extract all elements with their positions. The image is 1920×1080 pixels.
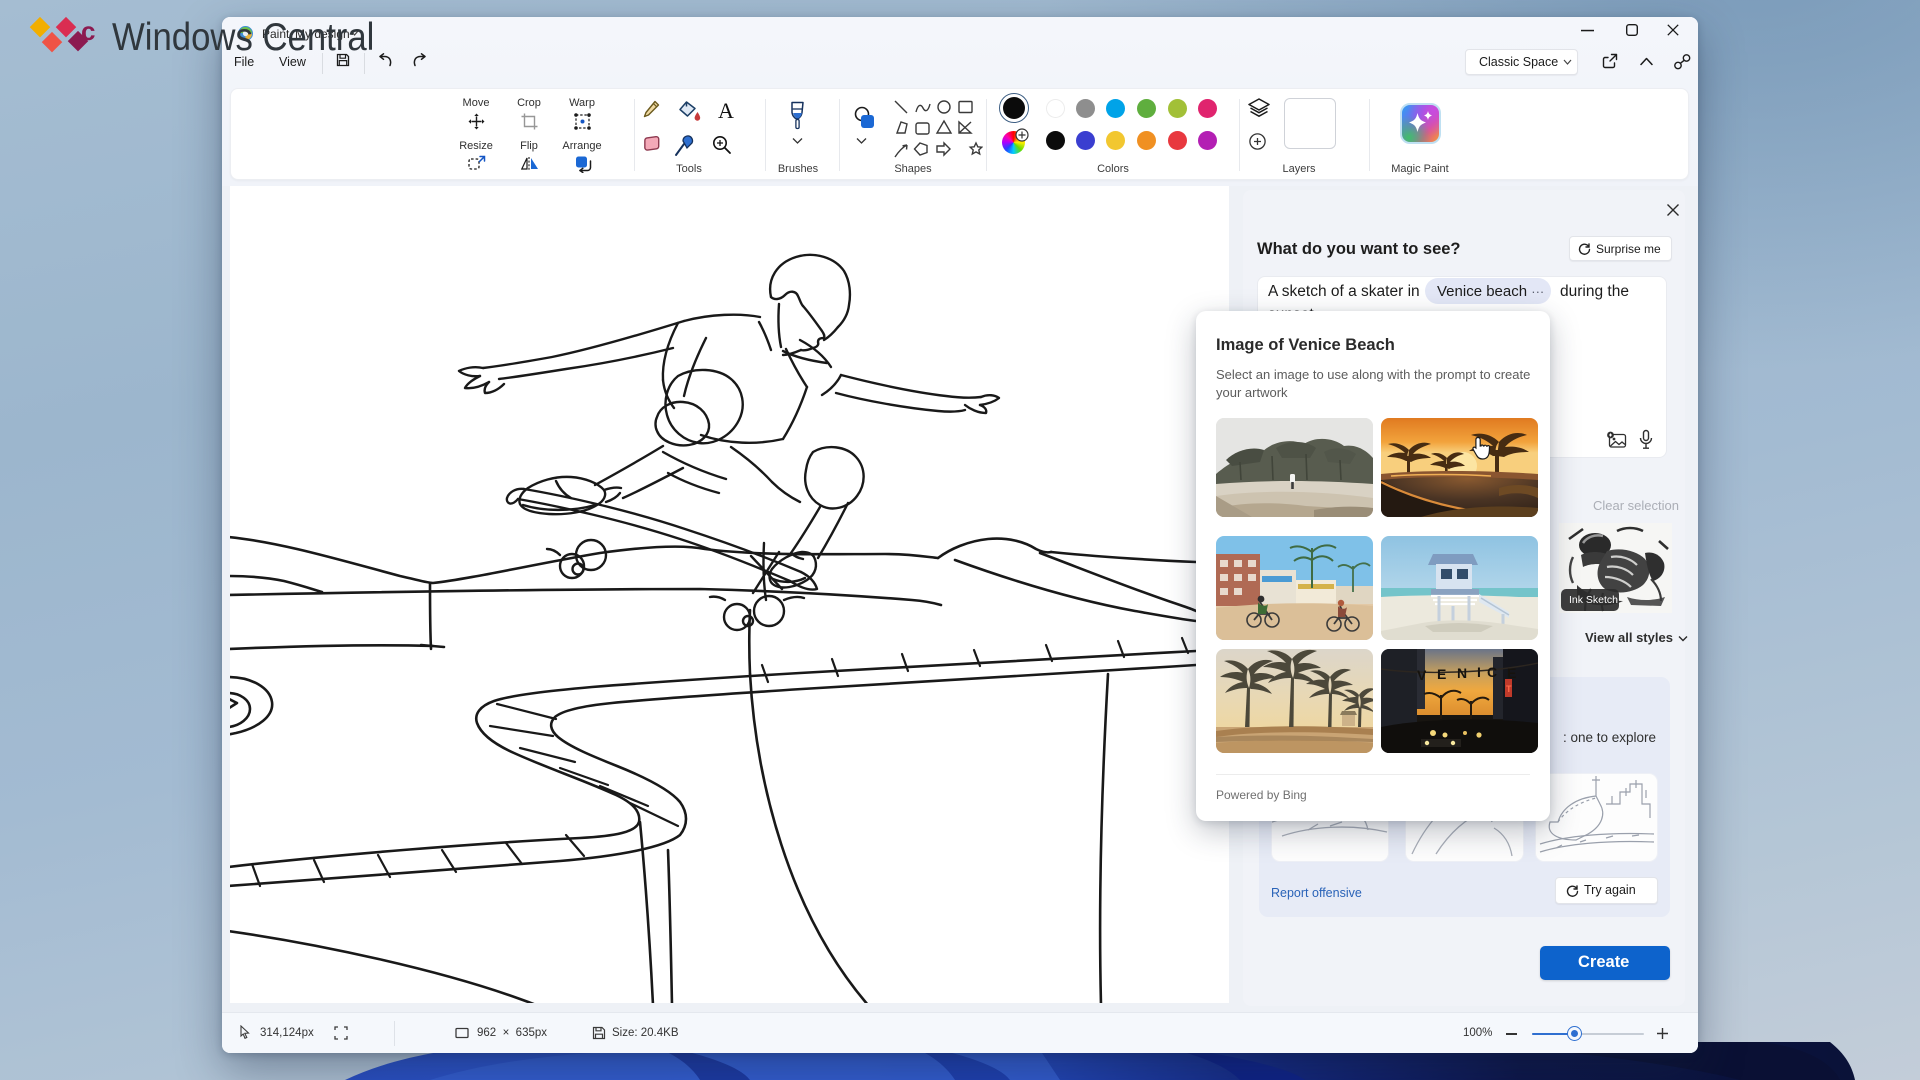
svg-text:I: I (1477, 664, 1481, 680)
svg-text:E: E (1437, 666, 1446, 682)
svg-text:c: c (81, 16, 95, 46)
svg-text:T: T (1506, 684, 1512, 694)
svg-text:V: V (1417, 667, 1427, 683)
svg-text:E: E (1507, 665, 1516, 681)
svg-text:N: N (1457, 665, 1467, 681)
svg-text:C: C (1487, 664, 1497, 680)
svg-text:A: A (718, 99, 734, 123)
